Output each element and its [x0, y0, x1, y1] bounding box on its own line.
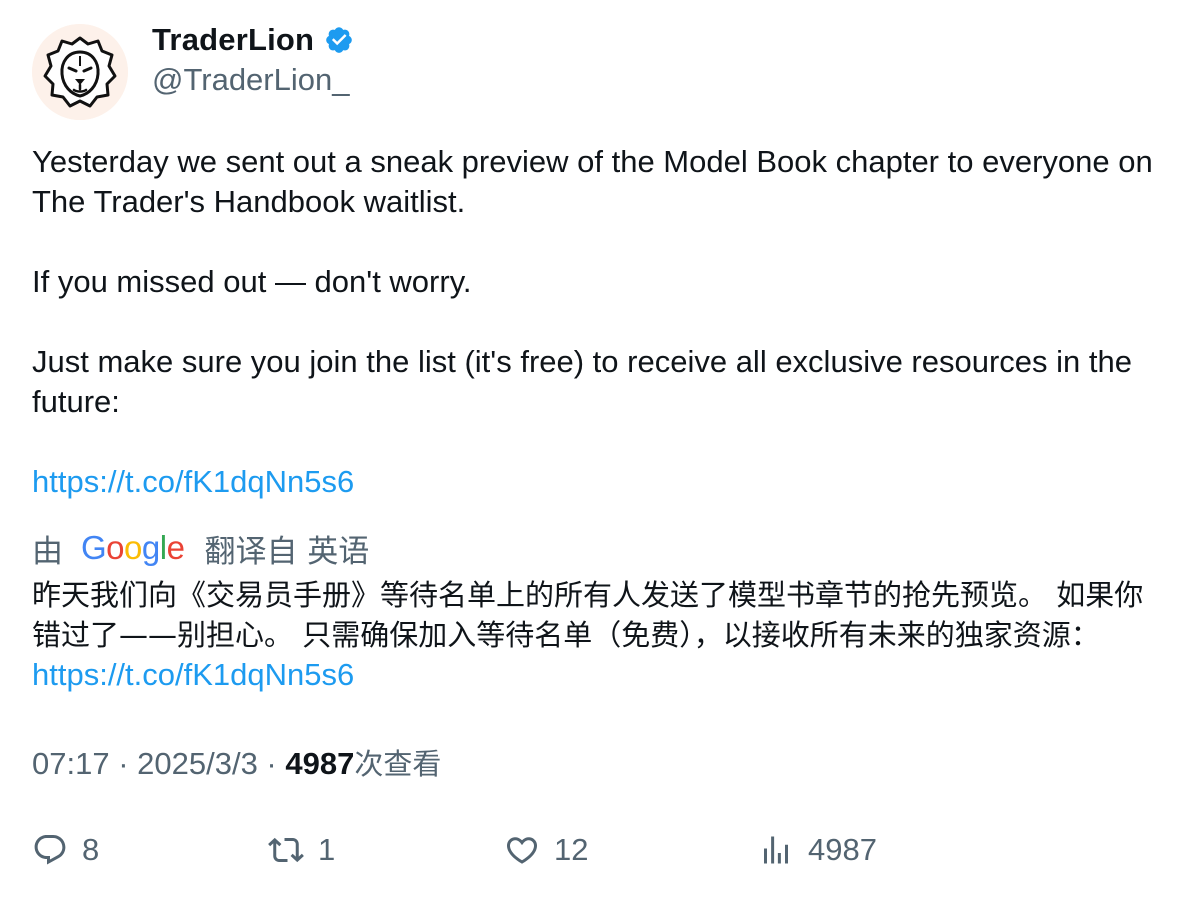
- translation-prefix: 由: [32, 533, 63, 570]
- repost-icon: [268, 837, 304, 863]
- tweet-link-text[interactable]: https://t.co/fK1dqNn5s6: [32, 464, 354, 499]
- heart-icon: [506, 837, 538, 864]
- translated-text-block: 昨天我们向《交易员手册》等待名单上的所有人发送了模型书章节的抢先预览。 如果你错…: [32, 575, 1172, 695]
- like-button[interactable]: 12: [504, 832, 588, 868]
- meta-separator-1: ·: [109, 746, 138, 781]
- translated-link[interactable]: https://t.co/fK1dqNn5s6: [32, 657, 354, 692]
- tweet-time[interactable]: 07:17: [32, 746, 110, 781]
- reply-icon: [34, 835, 66, 865]
- tweet-meta: 07:17 · 2025/3/3 · 4987次查看: [32, 744, 441, 784]
- translated-text: 昨天我们向《交易员手册》等待名单上的所有人发送了模型书章节的抢先预览。 如果你错…: [32, 578, 1144, 652]
- verified-badge-icon[interactable]: [324, 25, 354, 55]
- repost-count: 1: [318, 832, 336, 867]
- translation-suffix: 翻译自 英语: [204, 533, 370, 570]
- lion-logo-icon: [32, 24, 128, 120]
- reply-button[interactable]: 8: [32, 832, 99, 868]
- author-name-row[interactable]: TraderLion: [152, 22, 354, 58]
- analytics-bar-icon: [764, 836, 788, 864]
- translation-attribution: 由 Google 翻译自 英语: [32, 528, 370, 570]
- tweet-text: Yesterday we sent out a sneak preview of…: [32, 144, 1153, 419]
- tweet-date[interactable]: 2025/3/3: [137, 746, 258, 781]
- views-button[interactable]: 4987: [758, 832, 877, 868]
- meta-separator-2: ·: [257, 746, 286, 781]
- views-action-count: 4987: [808, 832, 877, 867]
- repost-button[interactable]: 1: [268, 832, 335, 868]
- action-bar: 8 1 12 4987: [0, 832, 1196, 876]
- author-handle[interactable]: @TraderLion_: [152, 62, 349, 98]
- reply-count: 8: [82, 832, 100, 867]
- like-count: 12: [554, 832, 589, 867]
- google-logo: Google: [81, 529, 185, 566]
- tweet-link[interactable]: https://t.co/fK1dqNn5s6: [32, 462, 354, 502]
- views-label: 次查看: [354, 747, 442, 781]
- author-display-name[interactable]: TraderLion: [152, 22, 314, 58]
- views-count: 4987: [285, 746, 355, 781]
- avatar[interactable]: [32, 24, 128, 120]
